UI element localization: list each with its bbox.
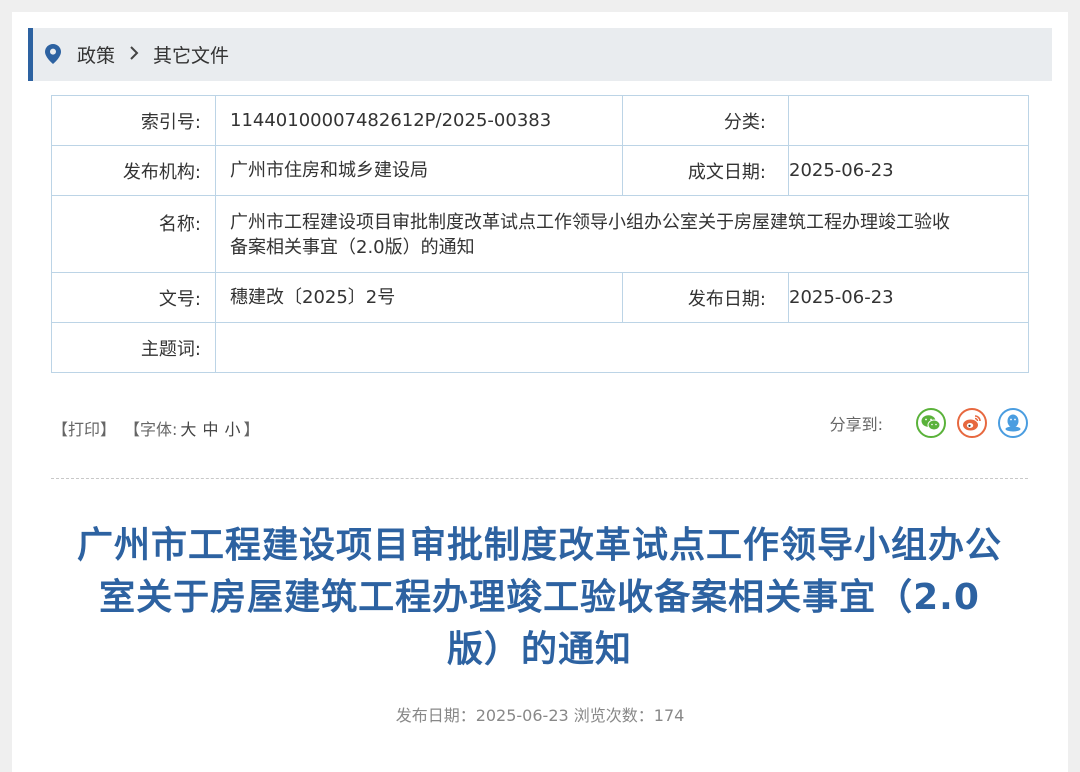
article-title: 广州市工程建设项目审批制度改革试点工作领导小组办公 室关于房屋建筑工程办理竣工验… xyxy=(51,520,1028,676)
index-label: 索引号: xyxy=(51,95,216,146)
dashed-divider xyxy=(51,478,1028,479)
print-link[interactable]: 【打印】 xyxy=(52,416,116,440)
breadcrumb: 政策 其它文件 xyxy=(28,28,1052,81)
font-size-medium-link[interactable]: 中 xyxy=(202,416,218,440)
meta-row-publisher: 发布机构: 广州市住房和城乡建设局 成文日期: 2025-06-23 xyxy=(51,145,1029,196)
page-container: 政策 其它文件 索引号: 11440100007482612P/2025-003… xyxy=(12,12,1068,772)
category-value xyxy=(788,95,1029,146)
location-pin-icon xyxy=(45,43,63,66)
pubdate-label: 发布日期: xyxy=(622,272,789,323)
wechat-icon[interactable] xyxy=(916,408,946,438)
meta-row-keywords: 主题词: xyxy=(51,322,1029,373)
meta-row-index: 索引号: 11440100007482612P/2025-00383 分类: xyxy=(51,95,1029,146)
publisher-label: 发布机构: xyxy=(51,145,216,196)
weibo-icon[interactable] xyxy=(957,408,987,438)
keywords-value xyxy=(215,322,1029,373)
article-title-line1: 广州市工程建设项目审批制度改革试点工作领导小组办公 xyxy=(76,525,1002,566)
publish-info: 发布日期：2025-06-23 浏览次数：174 xyxy=(395,706,685,725)
breadcrumb-item-other-files[interactable]: 其它文件 xyxy=(153,41,229,68)
created-date-label: 成文日期: xyxy=(622,145,789,196)
font-size-prefix: 【字体: xyxy=(124,420,178,439)
name-value: 广州市工程建设项目审批制度改革试点工作领导小组办公室关于房屋建筑工程办理竣工验收… xyxy=(215,195,1029,273)
index-value: 11440100007482612P/2025-00383 xyxy=(215,95,623,146)
article-title-line3: 版）的通知 xyxy=(446,629,632,670)
article-title-line2: 室关于房屋建筑工程办理竣工验收备案相关事宜（2.0 xyxy=(99,577,980,618)
font-size-small-link[interactable]: 小 xyxy=(224,416,240,440)
share-bar: 分享到: xyxy=(830,408,1028,438)
docno-label: 文号: xyxy=(51,272,216,323)
article-tools: 【打印】 【字体: 大 中 小 】 xyxy=(52,416,259,440)
name-value-line1: 广州市工程建设项目审批制度改革试点工作领导小组办公室关于房屋建筑工程办理竣工验收 xyxy=(230,212,950,233)
category-label: 分类: xyxy=(622,95,789,146)
keywords-label: 主题词: xyxy=(51,322,216,373)
name-value-line2: 备案相关事宜（2.0版）的通知 xyxy=(230,237,475,258)
breadcrumb-item-policy[interactable]: 政策 xyxy=(77,41,115,68)
document-meta-table: 索引号: 11440100007482612P/2025-00383 分类: 发… xyxy=(51,95,1029,373)
created-date-value: 2025-06-23 xyxy=(788,145,1029,196)
pubdate-value: 2025-06-23 xyxy=(788,272,1029,323)
docno-value: 穗建改〔2025〕2号 xyxy=(215,272,623,323)
name-label: 名称: xyxy=(51,195,216,273)
chevron-right-icon xyxy=(129,44,139,65)
share-label: 分享到: xyxy=(829,415,883,434)
meta-row-name: 名称: 广州市工程建设项目审批制度改革试点工作领导小组办公室关于房屋建筑工程办理… xyxy=(51,195,1029,273)
font-size-suffix: 】 xyxy=(243,420,260,439)
qq-icon[interactable] xyxy=(998,408,1028,438)
meta-row-docno: 文号: 穗建改〔2025〕2号 发布日期: 2025-06-23 xyxy=(51,272,1029,323)
font-size-large-link[interactable]: 大 xyxy=(180,416,196,440)
publisher-value: 广州市住房和城乡建设局 xyxy=(215,145,623,196)
